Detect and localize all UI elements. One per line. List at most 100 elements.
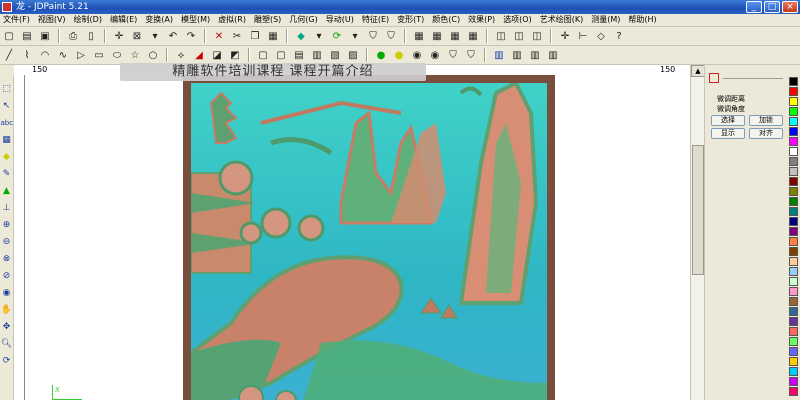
- close-button[interactable]: ×: [782, 1, 798, 13]
- color-swatch[interactable]: [789, 77, 798, 86]
- menu-edit[interactable]: 编辑(E): [107, 14, 142, 26]
- vertical-scrollbar[interactable]: ▲: [690, 65, 705, 400]
- color-swatch[interactable]: [789, 317, 798, 326]
- bucket-tool-icon[interactable]: ▲: [1, 184, 13, 198]
- menu-deform[interactable]: 变形(T): [394, 14, 429, 26]
- color-swatch[interactable]: [789, 97, 798, 106]
- print-icon[interactable]: ⎙: [65, 29, 81, 43]
- save-icon[interactable]: ▣: [37, 29, 53, 43]
- color-swatch[interactable]: [789, 277, 798, 286]
- pan-tool-icon[interactable]: ✥: [1, 320, 13, 334]
- align-button[interactable]: 对齐: [749, 128, 783, 139]
- menu-view[interactable]: 视图(V): [35, 14, 71, 26]
- menu-measure[interactable]: 测量(M): [588, 14, 625, 26]
- zoom-all-icon[interactable]: ⊘: [1, 269, 13, 283]
- measure-tool-icon[interactable]: ⊥: [1, 201, 13, 215]
- menu-options[interactable]: 选项(O): [500, 14, 537, 26]
- light6-icon[interactable]: ⛉: [463, 48, 479, 62]
- move-icon[interactable]: ✛: [557, 29, 573, 43]
- dropdown-icon[interactable]: ▾: [147, 29, 163, 43]
- shield2-icon[interactable]: ⛉: [383, 29, 399, 43]
- color-swatch[interactable]: [789, 347, 798, 356]
- dropdown-icon[interactable]: ▾: [347, 29, 363, 43]
- scroll-up-icon[interactable]: ▲: [691, 65, 705, 77]
- light2-icon[interactable]: ●: [391, 48, 407, 62]
- panel-pin-icon[interactable]: [709, 73, 719, 83]
- color-swatch[interactable]: [789, 227, 798, 236]
- maximize-button[interactable]: □: [764, 1, 780, 13]
- refresh-icon[interactable]: ⟳: [1, 354, 13, 368]
- color-swatch[interactable]: [789, 157, 798, 166]
- grid-icon[interactable]: ▦: [411, 29, 427, 43]
- transform2-icon[interactable]: ◩: [227, 48, 243, 62]
- light-icon[interactable]: ●: [373, 48, 389, 62]
- menu-file[interactable]: 文件(F): [0, 14, 35, 26]
- open-icon[interactable]: ▤: [19, 29, 35, 43]
- grid2-icon[interactable]: ▦: [429, 29, 445, 43]
- layer3-icon[interactable]: ◫: [529, 29, 545, 43]
- polyline-icon[interactable]: ⌇: [19, 48, 35, 62]
- rect-frame-icon[interactable]: ▢: [255, 48, 271, 62]
- grid4-icon[interactable]: ▦: [465, 29, 481, 43]
- rect-frame2-icon[interactable]: ▢: [273, 48, 289, 62]
- mirror-icon[interactable]: ⟡: [173, 48, 189, 62]
- add-point-icon[interactable]: ✛: [111, 29, 127, 43]
- fill-tool-icon[interactable]: ◆: [1, 150, 13, 164]
- menu-virtual[interactable]: 虚拟(R): [215, 14, 251, 26]
- align-icon[interactable]: ⊢: [575, 29, 591, 43]
- pen-tool-icon[interactable]: ✎: [1, 167, 13, 181]
- vertical-ruler[interactable]: [14, 75, 25, 400]
- menu-sculpt[interactable]: 雕塑(S): [251, 14, 286, 26]
- color-swatch[interactable]: [789, 297, 798, 306]
- book2-icon[interactable]: ▥: [509, 48, 525, 62]
- rect-icon[interactable]: ▭: [91, 48, 107, 62]
- menu-model[interactable]: 模型(M): [178, 14, 215, 26]
- frame5-icon[interactable]: ▧: [327, 48, 343, 62]
- drawing-canvas[interactable]: X: [25, 75, 690, 400]
- zoom-in-icon[interactable]: ⊕: [1, 218, 13, 232]
- color-swatch[interactable]: [789, 137, 798, 146]
- color-swatch[interactable]: [789, 307, 798, 316]
- menu-draw[interactable]: 绘制(D): [71, 14, 107, 26]
- menu-geometry[interactable]: 几何(G): [286, 14, 322, 26]
- star-icon[interactable]: ☆: [127, 48, 143, 62]
- frame6-icon[interactable]: ▨: [345, 48, 361, 62]
- layer2-icon[interactable]: ◫: [511, 29, 527, 43]
- grid3-icon[interactable]: ▦: [447, 29, 463, 43]
- color-swatch[interactable]: [789, 257, 798, 266]
- color-swatch[interactable]: [789, 147, 798, 156]
- undo-icon[interactable]: ↶: [165, 29, 181, 43]
- new-icon[interactable]: ▢: [1, 29, 17, 43]
- preview-icon[interactable]: ▯: [83, 29, 99, 43]
- hand-tool-icon[interactable]: ✋: [1, 303, 13, 317]
- menu-guide[interactable]: 导动(U): [323, 14, 359, 26]
- book-icon[interactable]: ▥: [491, 48, 507, 62]
- help-icon[interactable]: ?: [611, 29, 627, 43]
- menu-feature[interactable]: 特征(E): [359, 14, 394, 26]
- node-icon[interactable]: ◇: [593, 29, 609, 43]
- frame3-icon[interactable]: ▤: [291, 48, 307, 62]
- arc-icon[interactable]: ◠: [37, 48, 53, 62]
- color-swatch[interactable]: [789, 387, 798, 396]
- color-swatch[interactable]: [789, 177, 798, 186]
- curve-icon[interactable]: ∿: [55, 48, 71, 62]
- color-swatch[interactable]: [789, 87, 798, 96]
- light3-icon[interactable]: ◉: [409, 48, 425, 62]
- frame4-icon[interactable]: ▥: [309, 48, 325, 62]
- ellipse-icon[interactable]: ⬭: [109, 48, 125, 62]
- copy-icon[interactable]: ❐: [247, 29, 263, 43]
- select-button[interactable]: 选择: [711, 115, 745, 126]
- color-swatch[interactable]: [789, 327, 798, 336]
- book4-icon[interactable]: ▥: [545, 48, 561, 62]
- color-swatch[interactable]: [789, 197, 798, 206]
- delete-icon[interactable]: ✕: [211, 29, 227, 43]
- scroll-thumb[interactable]: [692, 145, 704, 275]
- menu-art-drawing[interactable]: 艺术绘图(K): [537, 14, 589, 26]
- color-swatch[interactable]: [789, 207, 798, 216]
- paste-icon[interactable]: ▦: [265, 29, 281, 43]
- color-swatch[interactable]: [789, 287, 798, 296]
- minimize-button[interactable]: _: [746, 1, 762, 13]
- cut-icon[interactable]: ✂: [229, 29, 245, 43]
- color-swatch[interactable]: [789, 117, 798, 126]
- color-swatch[interactable]: [789, 187, 798, 196]
